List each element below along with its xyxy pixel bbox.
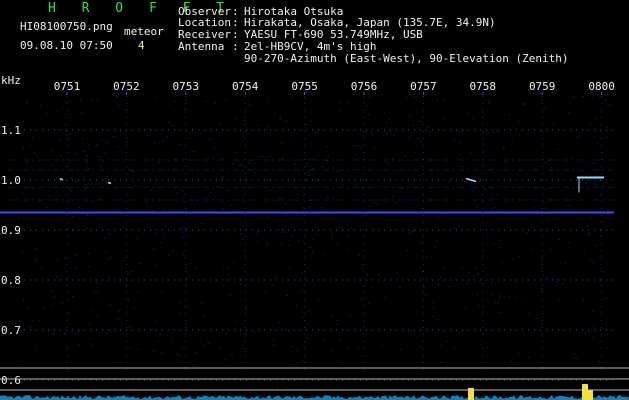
time-label-0754: 0754 (232, 80, 259, 93)
meteor-counter-label: meteor (124, 25, 164, 38)
antenna-colon: : (232, 40, 239, 53)
time-label-0757: 0757 (410, 80, 437, 93)
capture-datetime: 09.08.10 07:50 (20, 39, 113, 52)
time-label-0758: 0758 (470, 80, 497, 93)
spectrogram-background (0, 72, 629, 400)
antenna-label: Antenna (178, 40, 231, 53)
time-label-0756: 0756 (351, 80, 378, 93)
antenna-orientation: 90-270-Azimuth (East-West), 90-Elevation… (244, 52, 569, 65)
frequency-unit-label: kHz (1, 74, 21, 87)
time-label-0753: 0753 (173, 80, 200, 93)
header-panel: H R O F F T HI08100750.png 09.08.10 07:5… (0, 0, 629, 72)
time-label-0759: 0759 (529, 80, 556, 93)
meteor-echo-0752 (107, 181, 112, 185)
freq-label-0.7: 0.7 (1, 324, 21, 337)
time-label-0755: 0755 (291, 80, 318, 93)
freq-label-0.8: 0.8 (1, 274, 21, 287)
time-label-0752: 0752 (113, 80, 140, 93)
freq-label-0.9: 0.9 (1, 224, 21, 237)
freq-label-1.0: 1.0 (1, 174, 21, 187)
spectrogram-canvas: kHz 0751 0752 0753 0754 0755 0756 0757 0758 0759 0… (0, 72, 629, 400)
freq-label-1.1: 1.1 (1, 124, 21, 137)
freq-label-0.6: 0.6 (1, 374, 21, 387)
time-label-0800: 0800 (588, 80, 615, 93)
image-filename: HI08100750.png (20, 20, 113, 33)
audio-peak-0 (468, 388, 474, 400)
meteor-counter-value: 4 (138, 39, 145, 52)
time-label-0751: 0751 (54, 80, 81, 93)
spectrogram-panel: kHz 0751 0752 0753 0754 0755 0756 0757 0758 0759 0… (0, 72, 629, 400)
audio-peak-2 (587, 390, 593, 400)
